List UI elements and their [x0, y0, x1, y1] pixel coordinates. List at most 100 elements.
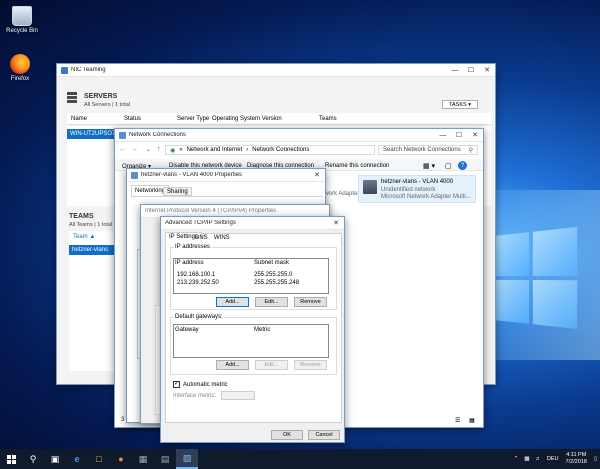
breadcrumb-overflow: «: [179, 147, 182, 153]
tab-sharing[interactable]: Sharing: [163, 187, 192, 196]
servers-col-server-type[interactable]: Server Type: [177, 116, 209, 122]
large-icons-view-icon[interactable]: ▦: [469, 417, 475, 424]
ip-edit-button[interactable]: Edit...: [255, 297, 288, 307]
servers-subheading: All Servers | 1 total: [84, 102, 130, 108]
recent-chevron-icon[interactable]: ⌄: [146, 146, 151, 153]
dialog-title: hetzner-vlans - VLAN 4000 Properties: [141, 172, 309, 178]
network-adapter-icon: [363, 180, 377, 194]
ip-row-2-address[interactable]: 213.239.252.50: [177, 280, 219, 286]
window-title: NIC Teaming: [71, 67, 447, 73]
input-language[interactable]: DEU: [547, 456, 559, 462]
preview-pane-icon[interactable]: ▢: [445, 162, 452, 170]
details-view-icon[interactable]: ☰: [455, 417, 460, 424]
desktop-icon-label: Recycle Bin: [2, 28, 42, 34]
minimize-button[interactable]: —: [447, 64, 463, 77]
search-icon: ⚲: [469, 147, 473, 153]
firefox-taskbar-icon[interactable]: ●: [110, 449, 132, 469]
desktop-icon-firefox[interactable]: Firefox: [0, 54, 40, 82]
servers-col-os-version[interactable]: Operating System Version: [212, 116, 282, 122]
tab-wins[interactable]: WINS: [214, 235, 230, 241]
back-arrow-icon[interactable]: ←: [119, 146, 126, 153]
minimize-button[interactable]: —: [435, 129, 451, 142]
close-button[interactable]: ✕: [479, 64, 495, 77]
servers-col-teams[interactable]: Teams: [319, 116, 337, 122]
desktop-icon-label: Firefox: [0, 76, 40, 82]
server-manager-icon[interactable]: ▦: [132, 449, 154, 469]
help-icon[interactable]: ?: [458, 161, 467, 170]
maximize-button[interactable]: ☐: [451, 129, 467, 142]
start-button[interactable]: [0, 449, 22, 469]
taskbar: ⚲ ▣ e □ ● ▦ ▤ ▨ ⌃ ▩ ♬ DEU 4:11 PM 7/2/20…: [0, 449, 600, 469]
advanced-tcpip-dialog: Advanced TCP/IP Settings ✕ IP Settings D…: [160, 216, 345, 443]
tab-divider: [131, 196, 323, 197]
edge-browser-icon[interactable]: e: [66, 449, 88, 469]
col-metric[interactable]: Metric: [254, 327, 270, 333]
address-bar[interactable]: ◉ « Network and Internet › Network Conne…: [165, 145, 375, 155]
advanced-tcpip-titlebar[interactable]: Advanced TCP/IP Settings ✕: [161, 217, 344, 230]
tab-dns[interactable]: DNS: [195, 235, 208, 241]
ip-row-1-address[interactable]: 192.168.100.1: [177, 272, 215, 278]
gateway-edit-button[interactable]: Edit...: [255, 360, 288, 370]
adapter-vlan4000-item[interactable]: hetzner-vlans - VLAN 4000 Unidentified n…: [358, 175, 476, 203]
nic-teaming-titlebar[interactable]: NIC Teaming — ☐ ✕: [57, 64, 495, 77]
desktop: Recycle Bin Firefox NIC Teaming — ☐ ✕ SE…: [0, 0, 600, 469]
close-button[interactable]: ✕: [328, 217, 344, 230]
vlan-properties-titlebar[interactable]: hetzner-vlans - VLAN 4000 Properties ✕: [127, 169, 325, 182]
automatic-metric-label: Automatic metric: [183, 382, 228, 388]
search-icon[interactable]: ⚲: [22, 449, 44, 469]
clock-time: 4:11 PM: [566, 452, 587, 459]
interface-metric-input[interactable]: [221, 391, 255, 400]
breadcrumb-network-internet[interactable]: Network and Internet: [187, 147, 243, 153]
col-subnet-mask[interactable]: Subnet mask: [254, 260, 289, 266]
nic-teaming-taskbar-icon[interactable]: ▨: [176, 449, 198, 469]
task-view-icon[interactable]: ▣: [44, 449, 66, 469]
server-name: WIN-UT2UPSO7R: [70, 131, 120, 137]
interface-metric-label: Interface metric:: [173, 393, 216, 399]
network-connections-icon: [119, 132, 126, 139]
clock[interactable]: 4:11 PM 7/2/2018: [566, 452, 587, 466]
maximize-button[interactable]: ☐: [463, 64, 479, 77]
gateway-remove-button[interactable]: Remove: [294, 360, 327, 370]
view-options-icon[interactable]: ▦ ▾: [423, 162, 435, 170]
rename-button[interactable]: Rename this connection: [325, 163, 389, 169]
cancel-button[interactable]: Cancel: [308, 430, 340, 440]
ip-addresses-label: IP addresses: [174, 244, 211, 250]
notifications-icon[interactable]: ▯: [594, 456, 597, 462]
network-connections-taskbar-icon[interactable]: ▤: [154, 449, 176, 469]
ip-row-2-mask[interactable]: 255.255.255.248: [254, 280, 299, 286]
teams-heading: TEAMS: [69, 213, 94, 220]
up-arrow-icon[interactable]: ↑: [157, 146, 161, 153]
servers-col-name[interactable]: Name: [71, 116, 87, 122]
default-gateways-label: Default gateways:: [174, 314, 224, 320]
servers-icon: [67, 92, 77, 104]
windows-start-icon: [7, 455, 16, 464]
tray-chevron-up-icon[interactable]: ⌃: [514, 456, 519, 462]
volume-icon[interactable]: ♬: [535, 456, 541, 462]
ok-button[interactable]: OK: [271, 430, 303, 440]
chevron-down-icon: ▾: [468, 102, 471, 108]
desktop-icon-recycle-bin[interactable]: Recycle Bin: [2, 6, 42, 34]
ip-remove-button[interactable]: Remove: [294, 297, 327, 307]
close-button[interactable]: ✕: [309, 169, 325, 182]
close-button[interactable]: ✕: [467, 129, 483, 142]
adapter-properties-icon: [131, 172, 138, 179]
breadcrumb-network-connections[interactable]: Network Connections: [252, 147, 309, 153]
nic-teaming-icon: [61, 67, 68, 74]
col-gateway[interactable]: Gateway: [175, 327, 199, 333]
col-ip-address[interactable]: IP address: [175, 260, 204, 266]
file-explorer-icon[interactable]: □: [88, 449, 110, 469]
network-connections-titlebar[interactable]: Network Connections — ☐ ✕: [115, 129, 483, 142]
ip-row-1-mask[interactable]: 255.255.255.0: [254, 272, 292, 278]
team-name: hetzner-vlans: [72, 247, 108, 253]
tasks-dropdown[interactable]: TASKS ▾: [442, 100, 478, 109]
automatic-metric-checkbox[interactable]: ✓: [173, 381, 180, 388]
breadcrumb-separator: ›: [246, 147, 248, 153]
ip-add-button[interactable]: Add...: [216, 297, 249, 307]
search-input[interactable]: Search Network Connections ⚲: [378, 145, 478, 155]
gateway-add-button[interactable]: Add...: [216, 360, 249, 370]
network-tray-icon[interactable]: ▩: [524, 456, 529, 462]
servers-col-status[interactable]: Status: [124, 116, 141, 122]
forward-arrow-icon[interactable]: →: [131, 146, 138, 153]
teams-col-team[interactable]: Team ▲: [73, 234, 95, 240]
system-tray: ⌃ ▩ ♬ DEU 4:11 PM 7/2/2018 ▯: [511, 449, 600, 469]
